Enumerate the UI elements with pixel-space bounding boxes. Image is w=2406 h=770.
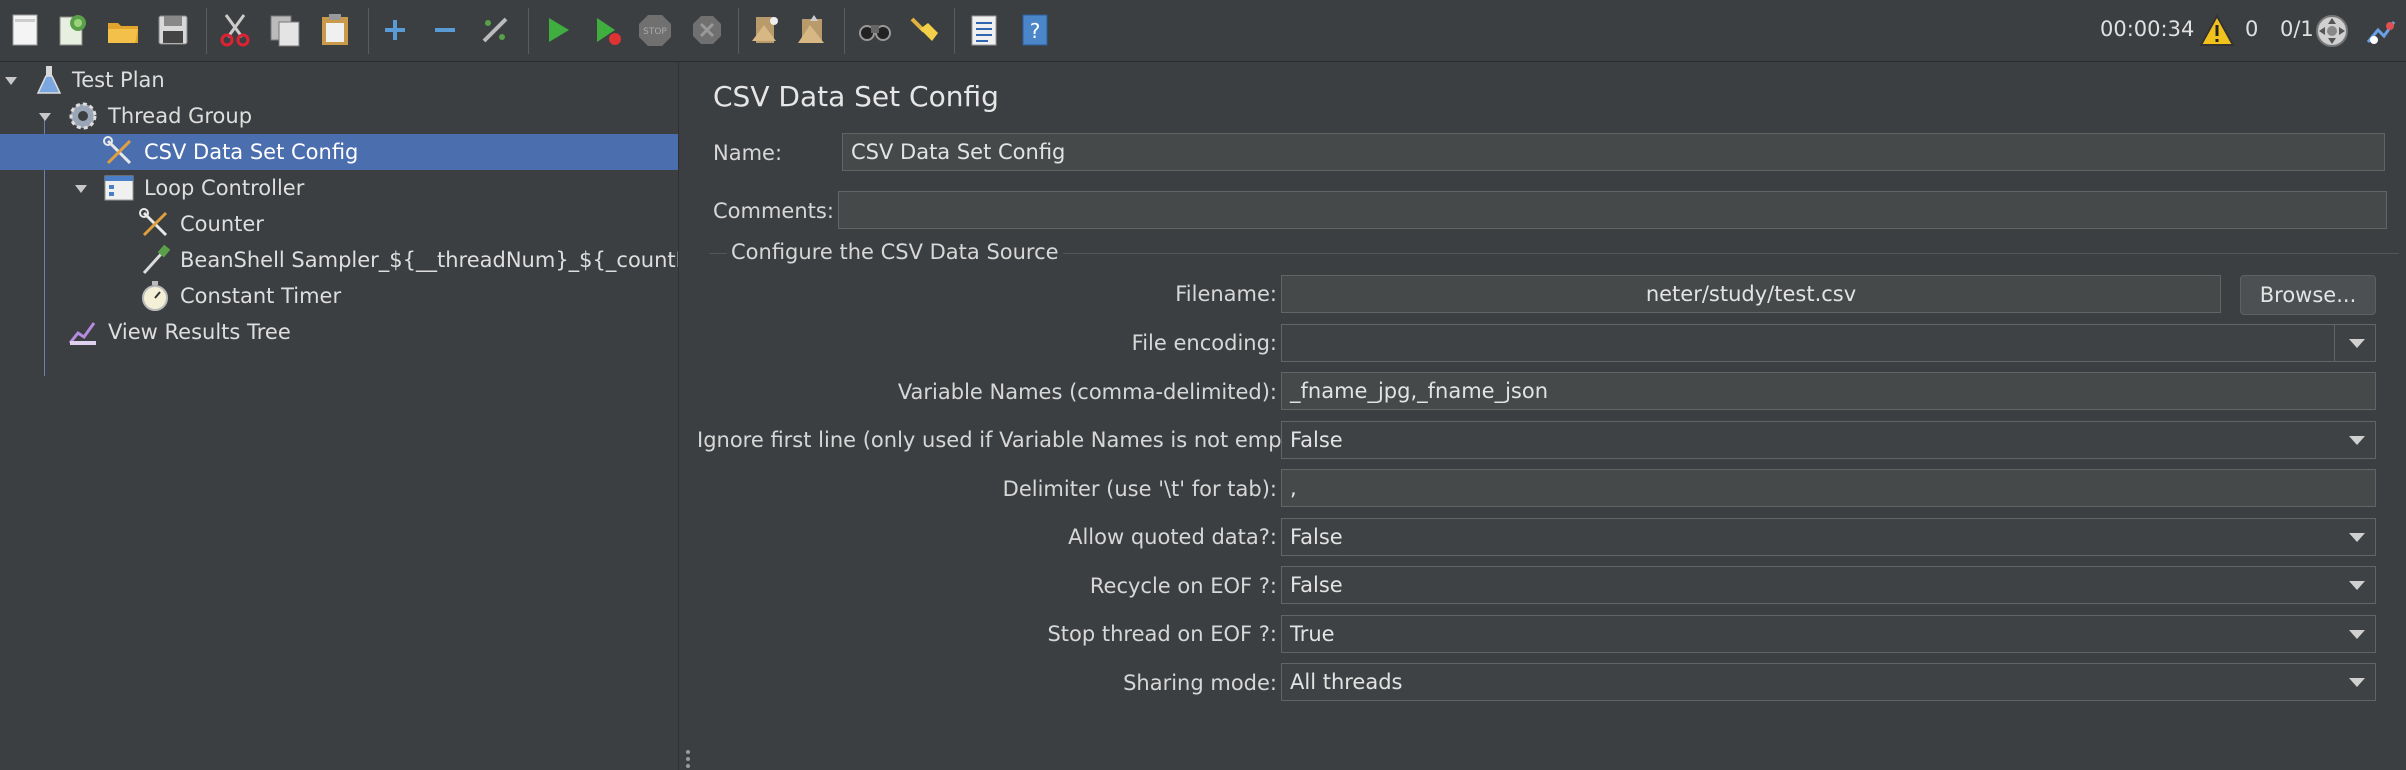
- svg-text:?: ?: [1030, 19, 1041, 43]
- collapse-icon[interactable]: [424, 9, 466, 51]
- stop-thread-eof-value: True: [1290, 622, 1335, 646]
- filename-field[interactable]: neter/study/test.csv: [1281, 275, 2221, 313]
- browse-button[interactable]: Browse...: [2240, 275, 2376, 315]
- comments-label: Comments:: [713, 199, 834, 223]
- warning-count: 0: [2245, 17, 2259, 41]
- stop-thread-eof-label: Stop thread on EOF ?:: [1047, 622, 1277, 646]
- clear-all-icon[interactable]: [792, 9, 834, 51]
- wrench-icon: [139, 208, 168, 237]
- pipette-icon: [142, 244, 171, 275]
- svg-text:STOP: STOP: [643, 27, 667, 37]
- file-encoding-combo[interactable]: [1281, 324, 2376, 362]
- save-icon[interactable]: [152, 9, 194, 51]
- warning-icon[interactable]: [2196, 10, 2238, 52]
- tree-item-label: Constant Timer: [180, 284, 342, 308]
- paste-icon[interactable]: [314, 9, 356, 51]
- clear-icon[interactable]: [744, 9, 786, 51]
- ignore-first-line-value: False: [1290, 428, 1343, 452]
- allow-quoted-label: Allow quoted data?:: [1068, 525, 1277, 549]
- config-panel: CSV Data Set Config Name: CSV Data Set C…: [697, 62, 2406, 770]
- wrench-icon: [103, 136, 132, 165]
- start-no-pause-icon[interactable]: [586, 9, 628, 51]
- file-encoding-label: File encoding:: [1131, 331, 1277, 355]
- chevron-down-icon: [2349, 678, 2365, 687]
- new-icon[interactable]: [4, 9, 46, 51]
- shutdown-icon[interactable]: [686, 9, 728, 51]
- sharing-mode-value: All threads: [1290, 670, 1403, 694]
- chevron-down-icon: [2349, 581, 2365, 590]
- elapsed-time: 00:00:34: [2100, 17, 2195, 41]
- allow-quoted-select[interactable]: False: [1281, 518, 2376, 556]
- tree-item-test-plan[interactable]: Test Plan: [0, 62, 678, 98]
- flask-icon: [36, 66, 62, 94]
- copy-icon[interactable]: [264, 9, 306, 51]
- tree-item-label: Counter: [180, 212, 264, 236]
- variable-names-field[interactable]: _fname_jpg,_fname_json: [1281, 372, 2376, 410]
- comments-field[interactable]: [838, 191, 2387, 229]
- tree-item-constant-timer[interactable]: Constant Timer: [0, 278, 678, 314]
- tree-item-counter[interactable]: Counter: [0, 206, 678, 242]
- reset-search-icon[interactable]: [902, 9, 944, 51]
- active-threads: 0/1: [2280, 17, 2314, 41]
- cut-icon[interactable]: [214, 9, 256, 51]
- recycle-eof-value: False: [1290, 573, 1343, 597]
- log-viewer-icon[interactable]: [2360, 10, 2402, 52]
- filename-label: Filename:: [1175, 282, 1277, 306]
- chart-icon: [68, 322, 96, 345]
- recycle-eof-select[interactable]: False: [1281, 566, 2376, 604]
- tree-item-view-results-tree[interactable]: View Results Tree: [0, 314, 678, 350]
- recycle-eof-label: Recycle on EOF ?:: [1089, 574, 1277, 598]
- search-icon[interactable]: [854, 9, 896, 51]
- sharing-mode-select[interactable]: All threads: [1281, 663, 2376, 701]
- tree-item-label: View Results Tree: [108, 320, 291, 344]
- ignore-first-line-label: Ignore first line (only used if Variable…: [697, 428, 1318, 452]
- help-icon[interactable]: ?: [1014, 9, 1056, 51]
- chevron-down-icon[interactable]: [4, 74, 18, 88]
- remote-icon[interactable]: [2311, 10, 2353, 52]
- chevron-down-icon: [2349, 630, 2365, 639]
- tree-item-label: CSV Data Set Config: [144, 140, 359, 164]
- tree-item-label: Thread Group: [108, 104, 253, 128]
- chevron-down-icon[interactable]: [74, 182, 88, 196]
- tree-item-label: Test Plan: [72, 68, 165, 92]
- csv-section-title: Configure the CSV Data Source: [727, 240, 1063, 264]
- stop-icon[interactable]: STOP: [634, 9, 676, 51]
- variable-names-label: Variable Names (comma-delimited):: [897, 380, 1277, 404]
- expand-icon[interactable]: [374, 9, 416, 51]
- stop-thread-eof-select[interactable]: True: [1281, 615, 2376, 653]
- name-label: Name:: [713, 141, 783, 165]
- tree-item-loop-controller[interactable]: Loop Controller: [0, 170, 678, 206]
- name-field[interactable]: CSV Data Set Config: [842, 133, 2385, 171]
- controller-icon: [104, 175, 134, 201]
- chevron-down-icon[interactable]: [2349, 339, 2365, 348]
- function-helper-icon[interactable]: [962, 9, 1004, 51]
- stopwatch-icon: [142, 281, 168, 311]
- test-plan-tree: Test Plan Thread Group CSV Data Set Conf…: [0, 62, 705, 770]
- toolbar: STOP ? 00:00:34 0 0/1: [0, 0, 2406, 62]
- ignore-first-line-select[interactable]: False: [1281, 421, 2376, 459]
- chevron-down-icon[interactable]: [38, 110, 52, 124]
- tree-item-thread-group[interactable]: Thread Group: [0, 98, 678, 134]
- delimiter-field[interactable]: ,: [1281, 469, 2376, 507]
- delimiter-label: Delimiter (use '\t' for tab):: [1002, 477, 1277, 501]
- tree-item-label: BeanShell Sampler_${__threadNum}_${_coun…: [180, 248, 705, 272]
- open-icon[interactable]: [102, 9, 144, 51]
- allow-quoted-value: False: [1290, 525, 1343, 549]
- toggle-icon[interactable]: [474, 9, 516, 51]
- sharing-mode-label: Sharing mode:: [1123, 671, 1277, 695]
- panel-splitter[interactable]: [678, 62, 697, 770]
- chevron-down-icon: [2349, 436, 2365, 445]
- gear-icon: [69, 102, 97, 130]
- start-icon[interactable]: [536, 9, 578, 51]
- tree-item-beanshell-sampler[interactable]: BeanShell Sampler_${__threadNum}_${_coun…: [0, 242, 705, 278]
- tree-item-csv-data-set-config[interactable]: CSV Data Set Config: [0, 134, 678, 170]
- tree-item-label: Loop Controller: [144, 176, 305, 200]
- panel-title: CSV Data Set Config: [713, 80, 999, 113]
- templates-icon[interactable]: [52, 9, 94, 51]
- chevron-down-icon: [2349, 533, 2365, 542]
